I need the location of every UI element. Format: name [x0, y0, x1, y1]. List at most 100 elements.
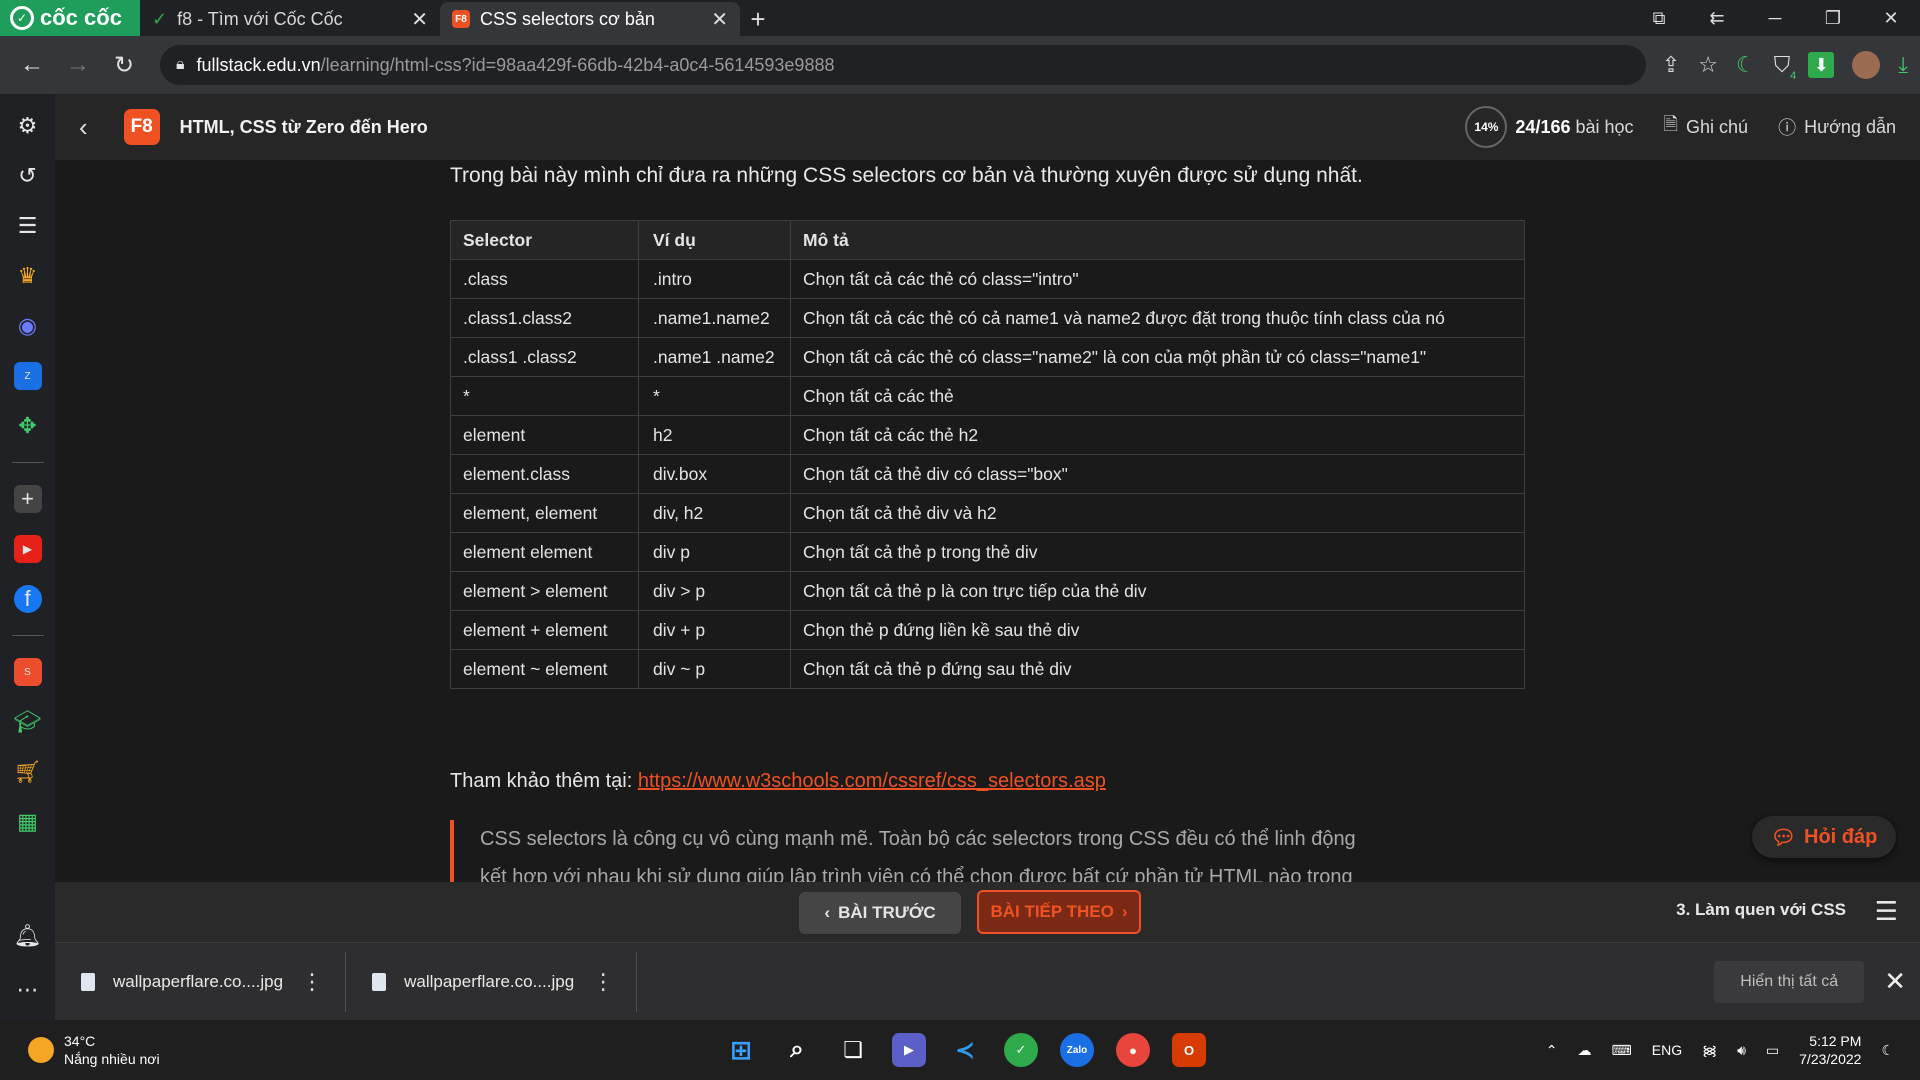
weather-widget[interactable]: 34°C Nắng nhiều nơi	[0, 1032, 600, 1068]
windows-start-icon[interactable]: ⊞	[724, 1033, 758, 1067]
messenger-icon[interactable]: ◉	[14, 312, 42, 340]
language-indicator[interactable]: ENG	[1652, 1042, 1682, 1058]
current-chapter[interactable]: 3. Làm quen với CSS	[1676, 900, 1846, 920]
screenshot-icon[interactable]: ⧉	[1630, 8, 1688, 29]
new-tab-button[interactable]: +	[740, 2, 776, 36]
settings-icon[interactable]: ⚙	[14, 112, 42, 140]
sheet-icon[interactable]: ▦	[14, 808, 42, 836]
tab-search-icon[interactable]: ⇇	[1688, 8, 1746, 29]
more-icon[interactable]: ⋯	[14, 976, 42, 1004]
table-row: element element div p Chọn tất cả thẻ p tr…	[450, 532, 1525, 572]
volume-icon[interactable]: 🔊︎	[1737, 1042, 1746, 1059]
sun-icon	[28, 1037, 54, 1063]
zalo-icon[interactable]: Z	[13, 362, 42, 390]
address-bar[interactable]: 🔒︎ fullstack.edu.vn/learning/html-css?id…	[160, 45, 1646, 85]
selector-cell: .class	[450, 259, 639, 299]
selector-cell: element + element	[450, 610, 639, 650]
downloads-icon[interactable]: ⤓	[1898, 52, 1908, 78]
guide-label: Hướng dẫn	[1804, 116, 1896, 137]
lock-icon: 🔒︎	[176, 56, 185, 73]
dark-mode-icon[interactable]: ☾	[1736, 52, 1756, 78]
more-options-icon[interactable]: ⋮	[592, 969, 614, 995]
download-extension-icon[interactable]: ⬇	[1808, 52, 1835, 78]
wifi-icon[interactable]: ᯼	[1702, 1041, 1717, 1060]
reference-line: Tham khảo thêm tại: https://www.w3school…	[450, 770, 1106, 793]
next-lesson-button[interactable]: BÀI TIẾP THEO ›	[977, 890, 1141, 934]
minimize-button[interactable]: ─	[1746, 8, 1804, 29]
task-view-icon[interactable]: ❏	[836, 1033, 870, 1067]
zalo-taskbar-icon[interactable]: Zalo	[1060, 1033, 1094, 1067]
forward-button[interactable]: →	[58, 45, 98, 85]
search-icon[interactable]: ⌕	[780, 1033, 814, 1067]
close-tab-icon[interactable]: ✕	[411, 7, 428, 32]
cart-icon[interactable]: 🛒︎	[14, 758, 42, 786]
qa-button[interactable]: 💬︎ Hỏi đáp	[1752, 816, 1896, 858]
youtube-icon[interactable]: ▶	[13, 535, 42, 563]
reload-button[interactable]: ↻	[104, 45, 144, 85]
adblock-icon[interactable]: ⛉ 4	[1774, 52, 1797, 82]
close-window-button[interactable]: ✕	[1862, 8, 1920, 29]
add-icon[interactable]: +	[13, 485, 42, 513]
tab-css-selectors[interactable]: F8 CSS selectors cơ bản ✕	[440, 2, 740, 36]
download-item[interactable]: wallpaperflare.co....jpg ⋮	[346, 951, 638, 1012]
reference-link[interactable]: https://www.w3schools.com/cssref/css_sel…	[638, 770, 1106, 792]
graduation-cap-icon[interactable]: 🎓︎	[14, 708, 42, 736]
teams-chat-icon[interactable]: ▶	[892, 1033, 926, 1067]
guide-button[interactable]: ⓘ Hướng dẫn	[1778, 114, 1896, 140]
table-row: element h2 Chọn tất cả các thẻ h2	[450, 415, 1525, 455]
keyboard-icon[interactable]: ⌨	[1612, 1042, 1632, 1059]
description-cell: Chọn tất cả các thẻ	[790, 376, 1525, 416]
download-item[interactable]: wallpaperflare.co....jpg ⋮	[55, 951, 347, 1012]
table-row: element.class div.box Chọn tất cả thẻ div …	[450, 454, 1525, 494]
back-chevron-icon[interactable]: ‹	[79, 112, 88, 143]
crown-icon[interactable]: ♛	[14, 262, 42, 290]
previous-label: BÀI TRƯỚC	[838, 903, 936, 922]
share-icon[interactable]: ⇪	[1662, 52, 1680, 78]
example-cell: .intro	[638, 259, 791, 299]
show-all-downloads-button[interactable]: Hiển thị tất cả	[1714, 960, 1865, 1003]
f8-logo[interactable]: F8	[123, 109, 160, 145]
coccoc-brand[interactable]: ✓ cốc cốc	[0, 0, 140, 36]
previous-lesson-button[interactable]: ‹ BÀI TRƯỚC	[799, 892, 961, 934]
coccoc-icon: ✓	[152, 8, 168, 29]
history-icon[interactable]: ↺	[14, 162, 42, 190]
tab-search[interactable]: ✓ f8 - Tìm với Cốc Cốc ✕	[140, 2, 440, 36]
reading-list-icon[interactable]: ☰	[14, 212, 42, 240]
table-row: .class .intro Chọn tất cả các thẻ có class…	[450, 259, 1525, 299]
description-cell: Chọn tất cả các thẻ có class="intro"	[790, 259, 1525, 299]
file-icon	[81, 972, 95, 991]
column-header: Ví dụ	[638, 220, 791, 260]
coccoc-taskbar-icon[interactable]: ✓	[1004, 1033, 1038, 1067]
close-tab-icon[interactable]: ✕	[711, 7, 728, 32]
facebook-icon[interactable]: f	[13, 585, 42, 613]
gamepad-icon[interactable]: ✥	[14, 412, 42, 440]
vscode-icon[interactable]: ≺	[948, 1033, 982, 1067]
clock[interactable]: 5:12 PM 7/23/2022	[1799, 1032, 1861, 1068]
more-options-icon[interactable]: ⋮	[301, 969, 323, 995]
notes-button[interactable]: 🗎 Ghi chú	[1664, 112, 1749, 142]
table-row: .class1 .class2 .name1 .name2 Chọn tất cả …	[450, 337, 1525, 377]
shopee-icon[interactable]: S	[13, 658, 42, 686]
hamburger-menu-icon[interactable]: ☰	[1875, 896, 1898, 927]
office-icon[interactable]: O	[1172, 1033, 1206, 1067]
selector-cell: element, element	[450, 493, 639, 533]
cloud-icon[interactable]: ☁	[1578, 1042, 1592, 1059]
selector-table: Selector Ví dụ Mô tả .class .intro Chọn tấ…	[450, 220, 1525, 689]
back-button[interactable]: ←	[12, 45, 52, 85]
close-shelf-icon[interactable]: ✕	[1884, 966, 1906, 997]
profile-avatar[interactable]	[1852, 51, 1881, 79]
chrome-icon[interactable]: ●	[1116, 1033, 1150, 1067]
bookmark-star-icon[interactable]: ☆	[1698, 52, 1718, 78]
chevron-up-icon[interactable]: ⌃	[1546, 1042, 1558, 1059]
focus-moon-icon[interactable]: ☾	[1881, 1042, 1894, 1059]
time: 5:12 PM	[1809, 1033, 1862, 1049]
notification-bell-icon[interactable]: 🔔︎	[14, 922, 42, 950]
browser-sidebar: ⚙ ↺ ☰ ♛ ◉ Z ✥ + ▶ f S 🎓︎ 🛒︎ ▦ 🔔︎ ⋯	[0, 94, 55, 1020]
example-cell: div ~ p	[638, 649, 791, 689]
table-row: element, element div, h2 Chọn tất cả thẻ d…	[450, 493, 1525, 533]
battery-icon[interactable]: ▭	[1766, 1042, 1779, 1059]
description-cell: Chọn tất cả thẻ div có class="box"	[790, 454, 1525, 494]
notes-label: Ghi chú	[1686, 116, 1749, 137]
maximize-button[interactable]: ❐	[1804, 8, 1862, 29]
description-cell: Chọn tất cả các thẻ có class="name2" là …	[790, 337, 1525, 377]
